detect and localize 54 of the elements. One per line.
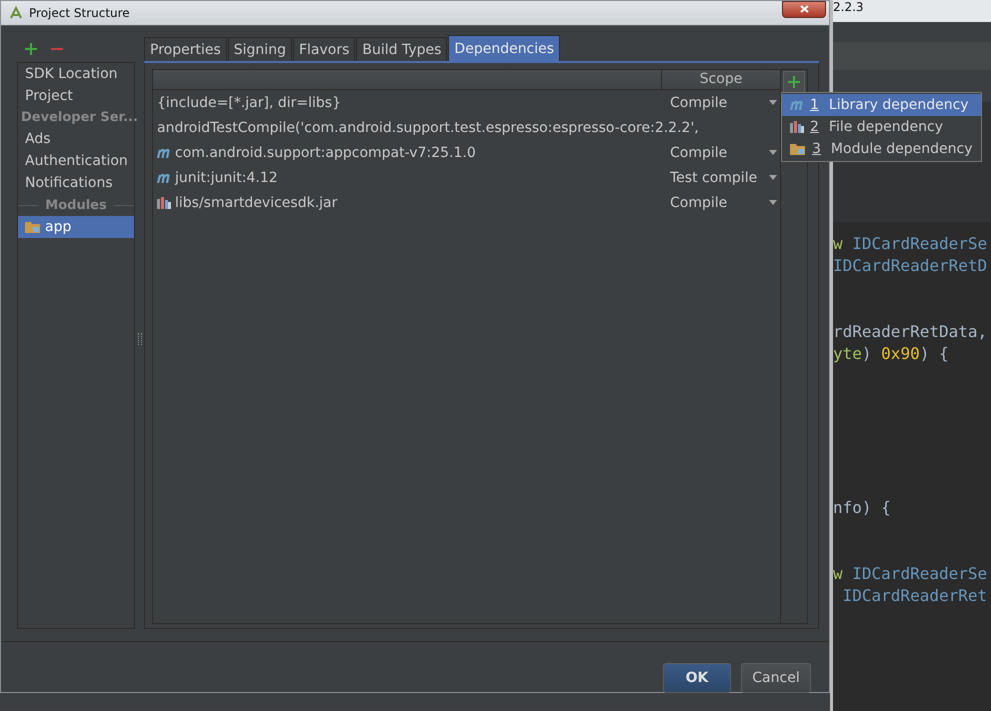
dependency-name: com.android.support:appcompat-v7:25.1.0 — [153, 144, 665, 160]
tab[interactable]: Signing — [228, 37, 292, 61]
cancel-button[interactable]: Cancel — [741, 663, 811, 693]
window-title: Project Structure — [29, 6, 130, 20]
dependency-name: libs/smartdevicesdk.jar — [153, 194, 665, 210]
scope-dropdown[interactable]: Compile — [665, 94, 780, 110]
library-icon — [790, 100, 804, 110]
sidebar-item[interactable]: Ads — [18, 128, 134, 150]
tab[interactable]: Properties — [144, 37, 227, 61]
ok-button[interactable]: OK — [663, 663, 731, 693]
caret-icon — [769, 150, 777, 155]
jar-icon — [790, 121, 804, 133]
code-line: w IDCardReaderSe — [833, 234, 988, 253]
code-line: nfo) { — [833, 498, 891, 517]
tab[interactable]: Dependencies — [448, 35, 560, 61]
dependency-name: {include=[*.jar], dir=libs} — [156, 94, 342, 110]
menu-item[interactable]: 3 Module dependency — [782, 138, 981, 160]
scope-dropdown[interactable]: Compile — [665, 144, 780, 160]
library-icon — [157, 172, 171, 182]
version-text: 2.2.3 — [833, 0, 864, 14]
column-header: Scope — [698, 70, 744, 89]
tab[interactable]: Build Types — [356, 37, 448, 61]
tab[interactable]: Flavors — [292, 37, 356, 61]
sidebar-item[interactable]: Authentication — [18, 150, 134, 172]
code-line: IDCardReaderRetD — [833, 256, 988, 275]
sidebar-item[interactable]: SDK Location — [18, 63, 134, 85]
add-icon[interactable] — [25, 43, 37, 55]
menu-item[interactable]: 2 File dependency — [782, 116, 981, 138]
splitter-handle[interactable] — [138, 332, 142, 344]
jar-icon — [157, 196, 171, 208]
sidebar-item[interactable]: Project — [18, 85, 134, 107]
code-line: rdReaderRetData, — [833, 322, 988, 341]
menu-item[interactable]: 1 Library dependency — [782, 94, 981, 116]
sidebar-item[interactable]: Notifications — [18, 172, 134, 194]
caret-icon — [769, 100, 777, 105]
close-button[interactable] — [782, 1, 826, 18]
dependency-name: androidTestCompile('com.android.support.test.espresso:espresso-core:2.2.2', — [156, 120, 700, 136]
library-icon — [157, 148, 171, 158]
dependency-name: junit:junit:4.12 — [153, 170, 665, 186]
add-dependency-button[interactable] — [783, 71, 805, 93]
close-icon — [800, 4, 808, 12]
scope-dropdown[interactable]: Compile — [665, 194, 780, 210]
plus-icon — [788, 76, 800, 88]
sidebar-item[interactable]: app — [18, 216, 134, 238]
folder-icon — [790, 142, 806, 156]
folder-icon — [25, 220, 41, 234]
caret-icon — [769, 200, 777, 205]
code-line: w IDCardReaderSe — [833, 564, 988, 583]
code-line: yte) 0x90) { — [833, 344, 949, 363]
sidebar-section-title: Modules — [45, 198, 107, 212]
code-line: IDCardReaderRet — [842, 586, 988, 605]
android-icon — [9, 6, 23, 20]
scope-dropdown[interactable]: Test compile — [665, 170, 780, 186]
caret-icon — [769, 175, 777, 180]
